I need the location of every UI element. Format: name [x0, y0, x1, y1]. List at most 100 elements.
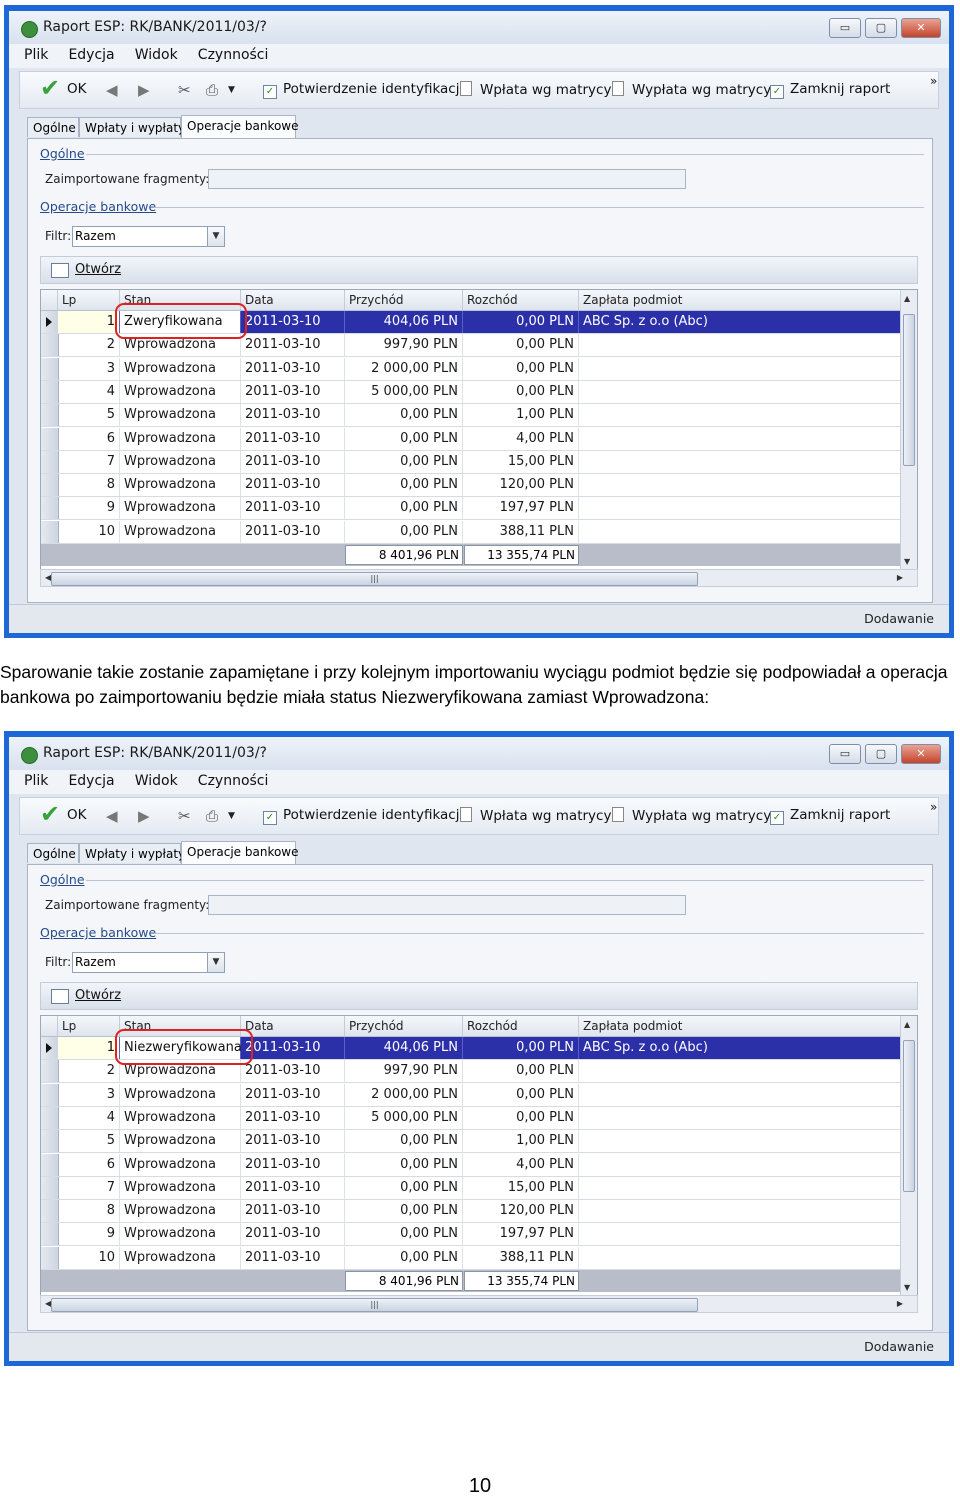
- row-indicator[interactable]: [41, 311, 59, 333]
- column-header-rozchod[interactable]: Rozchód: [463, 290, 579, 310]
- column-header-lp[interactable]: Lp: [58, 1016, 120, 1036]
- close-button[interactable]: ✕: [901, 744, 941, 764]
- row-indicator[interactable]: [41, 1153, 59, 1176]
- deposit-matrix-button[interactable]: Wpłata wg matrycy: [460, 807, 611, 824]
- menu-widok[interactable]: Widok: [135, 47, 178, 63]
- column-header-podmiot[interactable]: Zapłata podmiot: [579, 290, 909, 310]
- imported-fragments-field[interactable]: [208, 169, 686, 189]
- section-operations-link[interactable]: Operacje bankowe: [40, 199, 156, 214]
- chevron-down-icon[interactable]: ▼: [207, 227, 224, 246]
- tab-general[interactable]: Ogólne: [27, 843, 79, 863]
- column-header-przychod[interactable]: Przychód: [345, 290, 463, 310]
- row-indicator[interactable]: [41, 497, 59, 520]
- table-row[interactable]: 5 Wprowadzona 2011-03-10 0,00 PLN 1,00 PLN: [41, 1130, 909, 1154]
- confirm-identification-button[interactable]: ✓ Potwierdzenie identyfikacji: [263, 807, 463, 825]
- scroll-up-icon[interactable]: ▲: [904, 1020, 910, 1029]
- row-indicator[interactable]: [41, 1223, 59, 1246]
- table-row[interactable]: 4 Wprowadzona 2011-03-10 5 000,00 PLN 0,00 P…: [41, 380, 909, 404]
- print-icon[interactable]: ⎙: [206, 807, 218, 825]
- menu-edycja[interactable]: Edycja: [68, 773, 114, 789]
- table-row[interactable]: 9 Wprowadzona 2011-03-10 0,00 PLN 197,97 PLN: [41, 1223, 909, 1247]
- row-indicator[interactable]: [41, 1106, 59, 1129]
- row-indicator[interactable]: [41, 1246, 59, 1269]
- table-row[interactable]: 9 Wprowadzona 2011-03-10 0,00 PLN 197,97 PLN: [41, 497, 909, 521]
- tab-bank-operations[interactable]: Operacje bankowe: [181, 115, 299, 138]
- column-header-rozchod[interactable]: Rozchód: [463, 1016, 579, 1036]
- open-button[interactable]: Otwórz: [75, 988, 121, 1003]
- table-row[interactable]: 4 Wprowadzona 2011-03-10 5 000,00 PLN 0,00 P…: [41, 1106, 909, 1130]
- menu-plik[interactable]: Plik: [24, 773, 48, 789]
- tools-icon[interactable]: ✂: [178, 807, 191, 825]
- table-row[interactable]: 7 Wprowadzona 2011-03-10 0,00 PLN 15,00 PLN: [41, 450, 909, 474]
- menu-widok[interactable]: Widok: [135, 773, 178, 789]
- column-header-lp[interactable]: Lp: [58, 290, 120, 310]
- tools-icon[interactable]: ✂: [178, 81, 191, 99]
- row-indicator[interactable]: [41, 334, 59, 357]
- row-indicator[interactable]: [41, 474, 59, 497]
- withdrawal-matrix-button[interactable]: Wypłata wg matrycy: [612, 81, 771, 98]
- row-indicator[interactable]: [41, 1060, 59, 1083]
- horizontal-scrollbar[interactable]: ◀ ||| ▶: [40, 1295, 918, 1313]
- vertical-scroll-thumb[interactable]: [903, 314, 915, 466]
- close-button[interactable]: ✕: [901, 18, 941, 38]
- print-icon[interactable]: ⎙: [206, 81, 218, 99]
- maximize-button[interactable]: ▢: [865, 18, 897, 38]
- row-indicator[interactable]: [41, 404, 59, 427]
- row-indicator[interactable]: [41, 1083, 59, 1106]
- tab-bank-operations[interactable]: Operacje bankowe: [181, 841, 299, 864]
- row-indicator[interactable]: [41, 427, 59, 450]
- tab-payments[interactable]: Wpłaty i wypłaty: [79, 117, 185, 137]
- table-row[interactable]: 5 Wprowadzona 2011-03-10 0,00 PLN 1,00 PLN: [41, 404, 909, 428]
- table-row[interactable]: 10 Wprowadzona 2011-03-10 0,00 PLN 388,11 PL…: [41, 520, 909, 544]
- scroll-up-icon[interactable]: ▲: [904, 294, 910, 303]
- forward-icon[interactable]: ▶: [138, 81, 150, 99]
- vertical-scroll-thumb[interactable]: [903, 1040, 915, 1192]
- table-row[interactable]: 3 Wprowadzona 2011-03-10 2 000,00 PLN 0,00 P…: [41, 1083, 909, 1107]
- vertical-scrollbar[interactable]: ▲ ▼: [900, 290, 917, 586]
- table-row[interactable]: 3 Wprowadzona 2011-03-10 2 000,00 PLN 0,00 P…: [41, 357, 909, 381]
- horizontal-scroll-thumb[interactable]: |||: [51, 572, 698, 586]
- row-indicator[interactable]: [41, 357, 59, 380]
- toolbar-overflow-button[interactable]: »: [930, 800, 937, 814]
- forward-icon[interactable]: ▶: [138, 807, 150, 825]
- section-general-link[interactable]: Ogólne: [40, 146, 85, 161]
- horizontal-scroll-thumb[interactable]: |||: [51, 1298, 698, 1312]
- print-dropdown-icon[interactable]: ▼: [228, 811, 235, 821]
- column-header-data[interactable]: Data: [241, 290, 345, 310]
- table-row[interactable]: 8 Wprowadzona 2011-03-10 0,00 PLN 120,00 PLN: [41, 474, 909, 498]
- scroll-down-icon[interactable]: ▼: [904, 1283, 910, 1292]
- chevron-down-icon[interactable]: ▼: [207, 953, 224, 972]
- tab-general[interactable]: Ogólne: [27, 117, 79, 137]
- section-operations-link[interactable]: Operacje bankowe: [40, 925, 156, 940]
- table-row[interactable]: 7 Wprowadzona 2011-03-10 0,00 PLN 15,00 PLN: [41, 1176, 909, 1200]
- row-indicator[interactable]: [41, 1037, 59, 1059]
- back-icon[interactable]: ◀: [106, 807, 118, 825]
- filter-select[interactable]: Razem ▼: [72, 226, 225, 247]
- scroll-down-icon[interactable]: ▼: [904, 557, 910, 566]
- row-indicator[interactable]: [41, 520, 59, 543]
- menu-czynnosci[interactable]: Czynności: [198, 773, 269, 789]
- table-row[interactable]: 8 Wprowadzona 2011-03-10 0,00 PLN 120,00 PLN: [41, 1200, 909, 1224]
- menu-czynnosci[interactable]: Czynności: [198, 47, 269, 63]
- close-report-button[interactable]: ✓ Zamknij raport: [770, 807, 890, 825]
- row-indicator[interactable]: [41, 1130, 59, 1153]
- minimize-button[interactable]: ▭: [829, 744, 861, 764]
- table-row[interactable]: 6 Wprowadzona 2011-03-10 0,00 PLN 4,00 PLN: [41, 1153, 909, 1177]
- ok-button[interactable]: OK: [67, 807, 86, 823]
- confirm-identification-button[interactable]: ✓ Potwierdzenie identyfikacji: [263, 81, 463, 99]
- print-dropdown-icon[interactable]: ▼: [228, 85, 235, 95]
- menu-edycja[interactable]: Edycja: [68, 47, 114, 63]
- row-indicator[interactable]: [41, 450, 59, 473]
- close-report-button[interactable]: ✓ Zamknij raport: [770, 81, 890, 99]
- column-header-przychod[interactable]: Przychód: [345, 1016, 463, 1036]
- minimize-button[interactable]: ▭: [829, 18, 861, 38]
- column-header-podmiot[interactable]: Zapłata podmiot: [579, 1016, 909, 1036]
- tab-payments[interactable]: Wpłaty i wypłaty: [79, 843, 185, 863]
- menu-plik[interactable]: Plik: [24, 47, 48, 63]
- ok-button[interactable]: OK: [67, 81, 86, 97]
- toolbar-overflow-button[interactable]: »: [930, 74, 937, 88]
- column-header-data[interactable]: Data: [241, 1016, 345, 1036]
- table-row[interactable]: 6 Wprowadzona 2011-03-10 0,00 PLN 4,00 PLN: [41, 427, 909, 451]
- row-indicator[interactable]: [41, 380, 59, 403]
- horizontal-scrollbar[interactable]: ◀ ||| ▶: [40, 569, 918, 587]
